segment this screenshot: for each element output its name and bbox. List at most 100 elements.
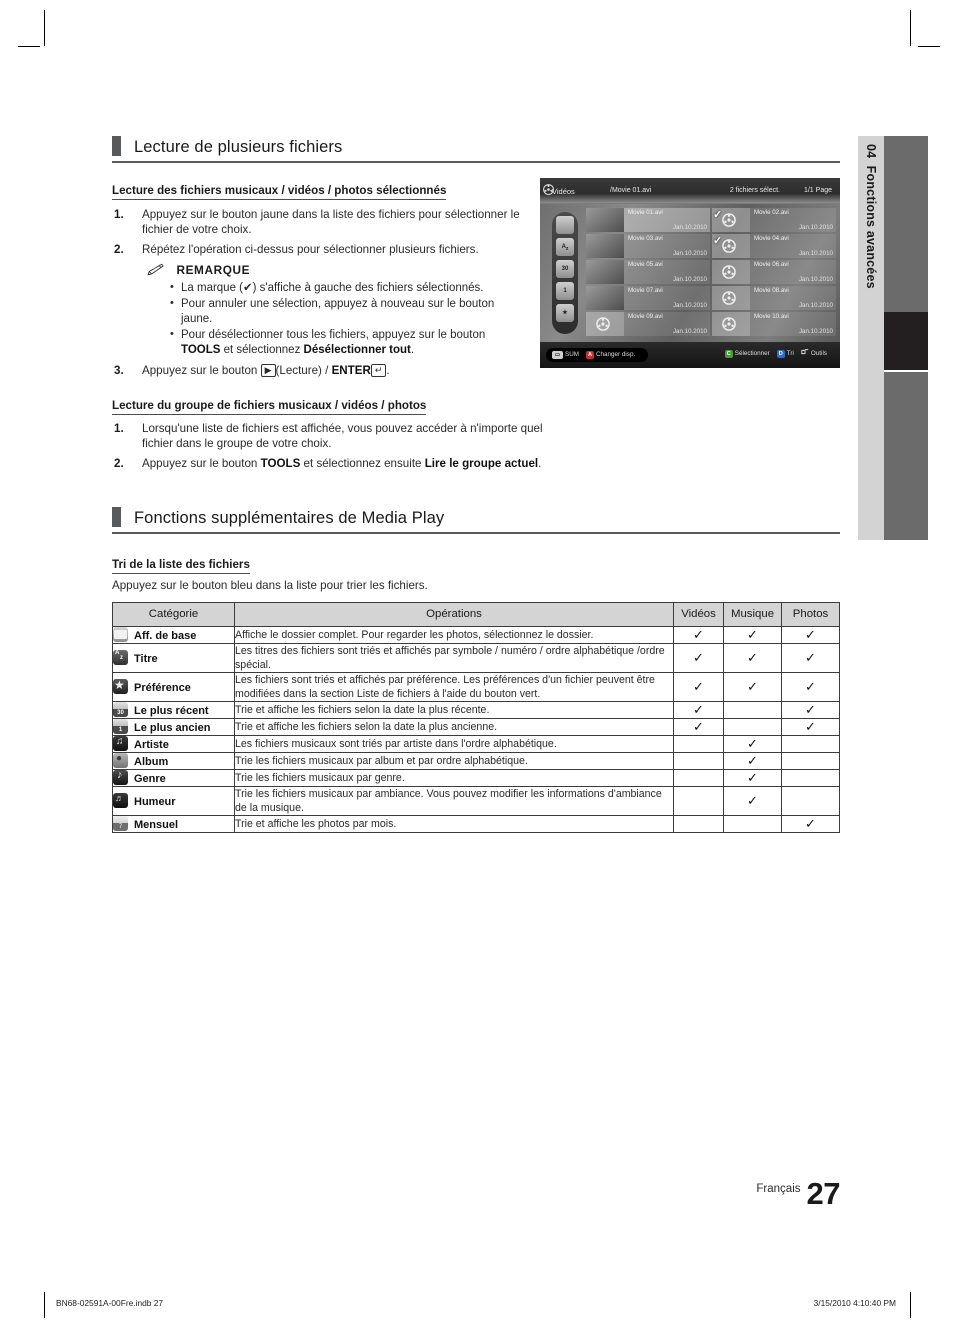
calendar-1-icon: 1: [113, 719, 128, 735]
row-music-mark: [723, 814, 782, 833]
row-category-cell: 30 Le plus récent: [112, 700, 235, 719]
row-videos-mark: [673, 768, 724, 787]
section-marker-bar: [112, 136, 121, 156]
tv-footer-button[interactable]: D Tri: [776, 350, 794, 358]
tab-segment-active: [884, 312, 928, 370]
tv-footer-button[interactable]: ▭ SUM: [552, 351, 579, 359]
row-videos-mark: [673, 734, 724, 753]
check-icon: ✓: [713, 209, 723, 221]
step-item: 1. Appuyez sur le bouton jaune dans la l…: [112, 207, 532, 238]
row-category-label: Humeur: [134, 796, 176, 809]
tv-source-label: Vidéos: [552, 187, 575, 196]
tv-file-tile[interactable]: Movie 09.avi Jan.10.2010: [586, 312, 710, 336]
note-bullet: La marque (✔) s'affiche à gauche des fic…: [170, 280, 518, 296]
table-row: Aff. de base Affiche le dossier complet. …: [112, 625, 840, 644]
tools-icon: [801, 348, 809, 356]
star-icon[interactable]: ★: [556, 304, 574, 322]
tv-file-tile[interactable]: Movie 03.avi Jan.10.2010: [586, 234, 710, 258]
tv-footer-left-group: ▭ SUM A Changer disp.: [546, 348, 649, 362]
row-photos-mark: ✓: [781, 814, 840, 833]
row-photos-mark: ✓: [781, 700, 840, 719]
tab-segment-upper: [884, 136, 928, 312]
tv-file-tile[interactable]: Movie 05.avi Jan.10.2010: [586, 260, 710, 284]
tv-footer-button-label: SUM: [565, 351, 579, 358]
row-category-label: Mensuel: [134, 819, 179, 832]
calendar-1-icon[interactable]: 1: [556, 282, 574, 300]
section-title-2: Fonctions supplémentaires de Media Play: [134, 509, 445, 528]
row-videos-mark: ✓: [673, 717, 724, 736]
bullet3-end: .: [410, 344, 415, 357]
az-sort-icon[interactable]: Az: [556, 238, 574, 256]
step-item: 1. Lorsqu'une liste de fichiers est affi…: [112, 421, 552, 452]
subsection-sort: Tri de la liste des fichiers Appuyez sur…: [112, 555, 840, 592]
tv-file-tile[interactable]: Movie 06.avi Jan.10.2010: [712, 260, 836, 284]
tv-footer-button[interactable]: Outils: [801, 348, 827, 357]
row-operation-cell: Les titres des fichiers sont triés et af…: [234, 642, 674, 673]
row-category-cell: Az Titre: [112, 642, 235, 673]
row-category-label: Album: [134, 756, 169, 769]
note-title: REMARQUE: [176, 262, 251, 277]
section-rule-1: [112, 161, 840, 163]
row-category-label: Préférence: [134, 682, 191, 695]
row-photos-mark: ✓: [781, 642, 840, 673]
row-category-label: Genre: [134, 773, 166, 786]
enter-key: ↵: [370, 364, 387, 378]
tv-footer-button-label: Outils: [810, 350, 827, 357]
tv-file-tile[interactable]: Movie 07.avi Jan.10.2010: [586, 286, 710, 310]
tab-segment-lower: [884, 372, 928, 540]
row-photos-mark: [781, 768, 840, 787]
tv-file-tile[interactable]: Movie 01.avi Jan.10.2010: [586, 208, 710, 232]
tv-file-tile[interactable]: ✓ Movie 04.avi Jan.10.2010: [712, 234, 836, 258]
chapter-tab: 04 Fonctions avancées: [858, 136, 884, 540]
tv-footer-button[interactable]: A Changer disp.: [586, 351, 635, 359]
step-number: 1.: [114, 207, 124, 221]
row-videos-mark: [673, 751, 724, 770]
tv-file-tile[interactable]: ✓ Movie 02.avi Jan.10.2010: [712, 208, 836, 232]
tv-status: 2 fichiers sélect.: [729, 187, 780, 194]
tv-file-name: Movie 06.avi: [754, 261, 789, 268]
film-reel-icon: [720, 315, 738, 333]
row-category-cell: Aff. de base: [112, 625, 235, 644]
step-text: Appuyez sur le bouton jaune dans la list…: [142, 207, 520, 237]
row-music-mark: ✓: [723, 671, 782, 702]
chapter-label: Fonctions avancées: [864, 165, 878, 289]
subheading-3: Tri de la liste des fichiers: [112, 558, 250, 574]
crop-mark-tl-h: [18, 46, 40, 47]
note-bullet: Pour annuler une sélection, appuyez à no…: [170, 296, 518, 327]
row-photos-mark: ✓: [781, 717, 840, 736]
tv-file-tile[interactable]: Movie 08.avi Jan.10.2010: [712, 286, 836, 310]
step3-end: .: [386, 364, 390, 378]
bullet3-tools: TOOLS: [181, 344, 221, 357]
th-videos: Vidéos: [673, 601, 724, 627]
tv-file-date: Jan.10.2010: [672, 302, 707, 309]
row-music-mark: [723, 717, 782, 736]
row-category-label: Titre: [134, 653, 158, 666]
row-operation-cell: Les fichiers sont triés et affichés par …: [234, 671, 674, 702]
mood-icon: [113, 793, 128, 809]
tv-file-thumbnail: [586, 234, 624, 258]
steps-list-1: 1. Appuyez sur le bouton jaune dans la l…: [112, 207, 532, 258]
crop-mark-tr-v: [910, 10, 911, 46]
bullet3-pre: Pour désélectionner tous les fichiers, a…: [181, 329, 486, 342]
tv-footer-button[interactable]: C Sélectionner: [724, 350, 770, 358]
folder-icon[interactable]: [556, 216, 574, 234]
film-reel-icon: [542, 183, 555, 201]
tv-file-tile[interactable]: Movie 10.avi Jan.10.2010: [712, 312, 836, 336]
tv-file-date: Jan.10.2010: [798, 224, 833, 231]
film-reel-icon: [594, 315, 612, 333]
steps-list-1b: 3. Appuyez sur le bouton ▶ (Lecture) / EN…: [112, 363, 532, 379]
calendar-30-icon[interactable]: 30: [556, 260, 574, 278]
gstep2-pre: Appuyez sur le bouton: [142, 456, 261, 470]
tv-file-name: Movie 08.avi: [754, 287, 789, 294]
tv-page: 1/1 Page: [803, 187, 832, 194]
sort-intro: Appuyez sur le bouton bleu dans la liste…: [112, 578, 428, 592]
step-item: 2. Appuyez sur le bouton TOOLS et sélect…: [112, 456, 552, 472]
tv-file-name: Movie 05.avi: [628, 261, 663, 268]
tv-file-date: Jan.10.2010: [798, 250, 833, 257]
step-number: 2.: [114, 456, 124, 470]
step-item: 3. Appuyez sur le bouton ▶ (Lecture) / EN…: [112, 363, 532, 379]
tv-file-name: Movie 04.avi: [754, 235, 789, 242]
tv-file-name: Movie 10.avi: [754, 313, 789, 320]
row-category-cell: Préférence: [112, 671, 235, 702]
row-videos-mark: ✓: [673, 625, 724, 644]
